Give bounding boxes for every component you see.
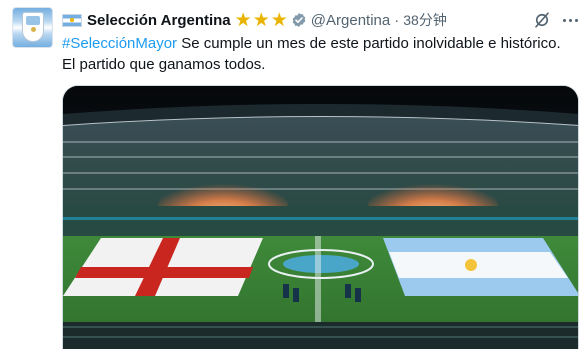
argentina-flag-icon [62,13,82,27]
tweet-header: Selección Argentina ★ ★ ★ @Argentina · 3… [62,9,447,31]
star-icon: ★ [252,9,270,31]
tweet-media-image[interactable] [62,85,579,349]
profile-avatar[interactable] [12,7,53,48]
star-icon: ★ [270,9,288,31]
more-options-icon[interactable] [560,10,580,30]
badge-stars: ★ ★ ★ [235,11,289,30]
tweet-timestamp[interactable]: 38分钟 [403,10,447,30]
hashtag-link[interactable]: #SelecciónMayor [62,35,177,52]
author-handle[interactable]: @Argentina [311,12,390,29]
stadium-photo [63,86,578,349]
tweet-text: #SelecciónMayor Se cumple un mes de este… [62,33,582,75]
separator-dot: · [394,11,400,29]
verified-badge-icon [291,12,307,28]
afa-crest-icon [22,12,44,42]
tweet-body-line1: Se cumple un mes de este partido inolvid… [177,35,561,52]
star-icon: ★ [234,9,252,31]
tweet-body-line2: El partido que ganamos todos. [62,56,266,73]
author-display-name[interactable]: Selección Argentina [87,12,231,29]
grok-icon[interactable] [533,11,551,29]
